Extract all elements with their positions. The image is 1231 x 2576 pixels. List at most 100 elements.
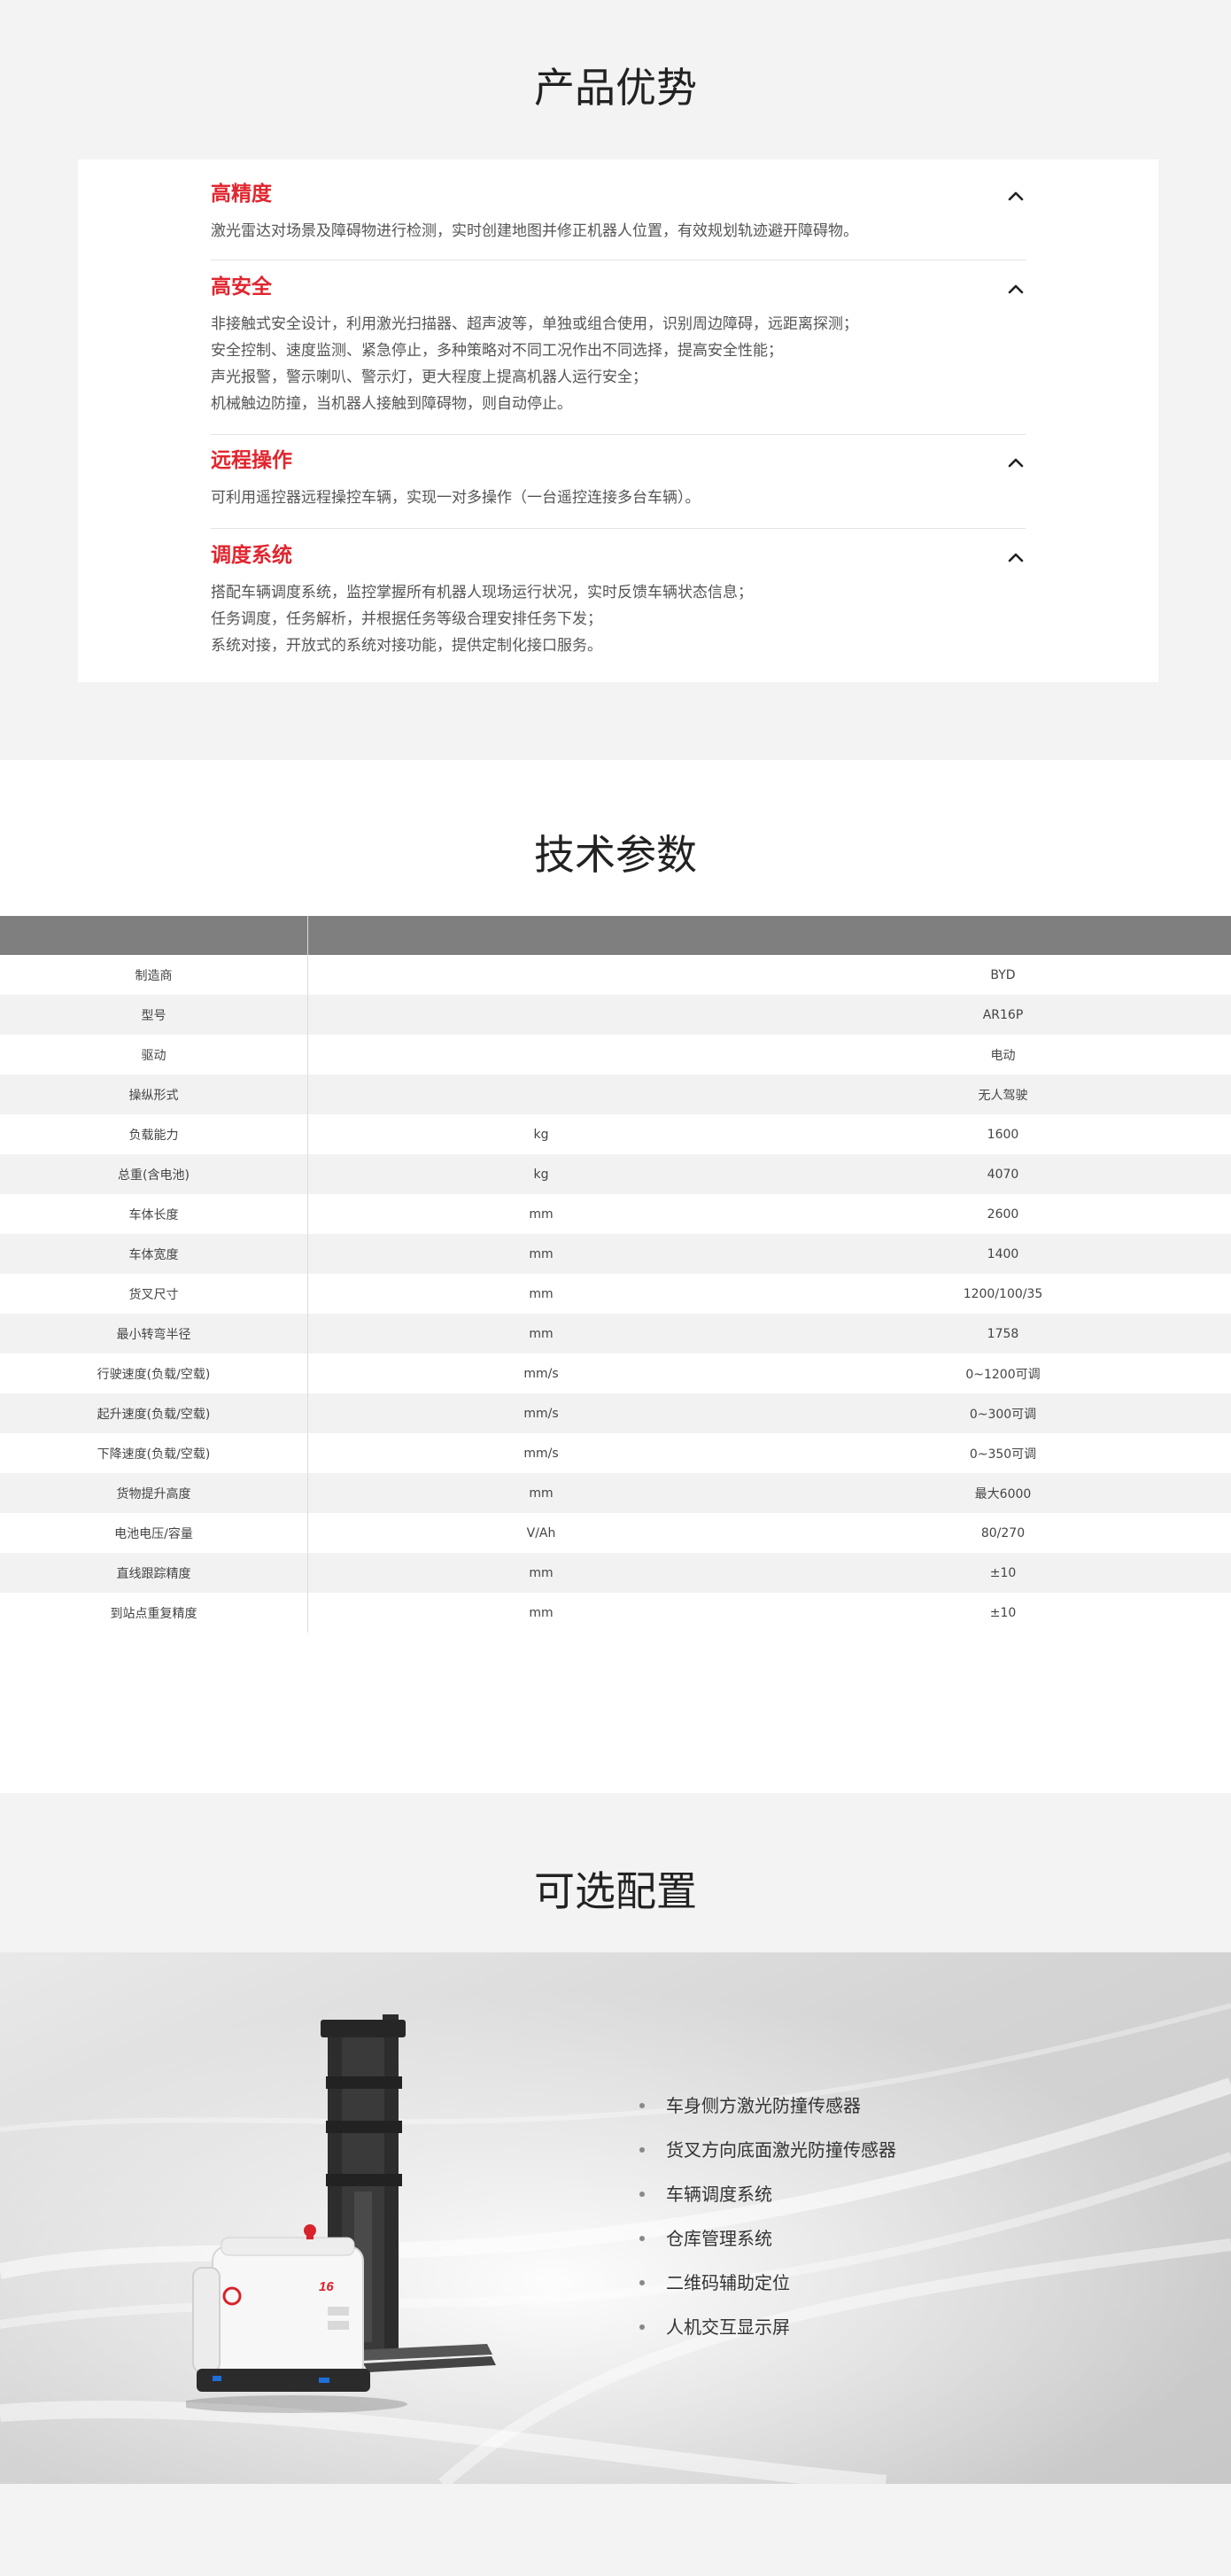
advantages-title: 产品优势 [534,64,697,112]
divider [211,434,1026,435]
option-label: 二维码辅助定位 [666,2272,790,2293]
spec-name-cell: 总重(含电池) [0,1154,308,1194]
spec-row: 到站点重复精度 mm ±10 [0,1593,1231,1633]
spec-name-cell: 负载能力 [0,1114,308,1154]
advantage-line: 非接触式安全设计，利用激光扫描器、超声波等，单独或组合使用，识别周边障碍，远距离… [211,315,858,333]
advantage-line: 激光雷达对场景及障碍物进行检测，实时创建地图并修正机器人位置，有效规划轨迹避开障… [211,222,858,240]
vehicle-model-badge: 16 [319,2279,334,2294]
spec-name-cell: 电池电压/容量 [0,1513,308,1553]
advantage-body: 激光雷达对场景及障碍物进行检测，实时创建地图并修正机器人位置，有效规划轨迹避开障… [211,218,1026,244]
spec-value-cell: 0~1200可调 [774,1354,1231,1393]
options-title: 可选配置 [534,1867,697,1915]
chevron-up-icon[interactable] [1006,547,1026,567]
spec-row: 总重(含电池) kg 4070 [0,1154,1231,1194]
spec-value-cell: 0~350可调 [774,1433,1231,1473]
bullet-icon [639,2236,645,2241]
advantage-item-remote[interactable]: 远程操作 可利用遥控器远程操控车辆，实现一对多操作（一台遥控连接多台车辆）。 [211,449,1026,507]
spec-unit-cell: kg [307,1154,774,1194]
spec-unit-cell: mm/s [307,1354,774,1393]
spec-row: 车体长度 mm 2600 [0,1194,1231,1234]
spec-value-cell: BYD [774,955,1231,995]
advantage-item-dispatch[interactable]: 调度系统 搭配车辆调度系统，监控掌握所有机器人现场运行状况，实时反馈车辆状态信息… [211,546,1026,655]
spec-name-cell: 车体长度 [0,1194,308,1234]
advantage-item-safety[interactable]: 高安全 非接触式安全设计，利用激光扫描器、超声波等，单独或组合使用，识别周边障碍… [211,275,1026,413]
advantages-card: 高精度 激光雷达对场景及障碍物进行检测，实时创建地图并修正机器人位置，有效规划轨… [78,159,1158,682]
spec-row: 最小转弯半径 mm 1758 [0,1314,1231,1354]
bullet-icon [639,2103,645,2108]
spec-name-cell: 下降速度(负载/空载) [0,1433,308,1473]
spec-name-cell: 驱动 [0,1035,308,1075]
spec-value-cell: 80/270 [774,1513,1231,1553]
spec-unit-cell: mm/s [307,1393,774,1433]
advantage-heading: 远程操作 [211,449,292,472]
spec-unit-cell: mm [307,1553,774,1593]
bullet-icon [639,2147,645,2153]
spec-row: 制造商 BYD [0,955,1231,995]
specs-table: 制造商 BYD 型号 AR16P 驱动 电动 操纵形式 无人驾驶 负载能力 kg 1600 总重(含电… [0,916,1231,1633]
bullet-icon [639,2324,645,2330]
spec-value-cell: ±10 [774,1593,1231,1633]
spec-value-cell: 1200/100/35 [774,1274,1231,1314]
spec-name-cell: 到站点重复精度 [0,1593,308,1633]
spec-unit-cell: V/Ah [307,1513,774,1553]
advantage-body: 搭配车辆调度系统，监控掌握所有机器人现场运行状况，实时反馈车辆状态信息； 任务调… [211,579,1026,659]
option-item: 车辆调度系统 [638,2172,896,2216]
spec-row: 直线跟踪精度 mm ±10 [0,1553,1231,1593]
specs-title: 技术参数 [534,831,697,879]
options-banner: 16 车身侧方激光防撞传感器 货叉方向底面激光防撞传感器 车辆调度系统 仓库管理… [0,1952,1231,2484]
advantage-heading: 高安全 [211,275,272,299]
specs-table-header [0,916,1231,955]
spec-value-cell: 1600 [774,1114,1231,1154]
spec-unit-cell: mm [307,1314,774,1354]
spec-value-cell: 电动 [774,1035,1231,1075]
advantage-line: 声光报警，警示喇叭、警示灯，更大程度上提高机器人运行安全； [211,369,647,386]
specs-table-body: 制造商 BYD 型号 AR16P 驱动 电动 操纵形式 无人驾驶 负载能力 kg 1600 总重(含电… [0,955,1231,1633]
chevron-up-icon[interactable] [1006,186,1026,206]
bullet-icon [639,2280,645,2285]
spec-row: 负载能力 kg 1600 [0,1114,1231,1154]
spec-value-cell: 1400 [774,1234,1231,1274]
advantage-line: 可利用遥控器远程操控车辆，实现一对多操作（一台遥控连接多台车辆）。 [211,489,701,507]
spec-unit-cell: mm [307,1593,774,1633]
option-item: 仓库管理系统 [638,2216,896,2261]
advantage-line: 任务调度，任务解析，并根据任务等级合理安排任务下发； [211,610,602,628]
option-item: 二维码辅助定位 [638,2261,896,2305]
spec-unit-cell: mm [307,1274,774,1314]
spec-unit-cell [307,955,774,995]
spec-name-cell: 起升速度(负载/空载) [0,1393,308,1433]
spec-name-cell: 操纵形式 [0,1075,308,1114]
spec-row: 货叉尺寸 mm 1200/100/35 [0,1274,1231,1314]
spec-name-cell: 最小转弯半径 [0,1314,308,1354]
advantage-line: 系统对接，开放式的系统对接功能，提供定制化接口服务。 [211,637,602,655]
advantage-item-precision[interactable]: 高精度 激光雷达对场景及障碍物进行检测，实时创建地图并修正机器人位置，有效规划轨… [211,184,1026,240]
advantage-line: 机械触边防撞，当机器人接触到障碍物，则自动停止。 [211,395,572,413]
option-item: 货叉方向底面激光防撞传感器 [638,2128,896,2172]
spec-value-cell: AR16P [774,995,1231,1035]
spec-row: 电池电压/容量 V/Ah 80/270 [0,1513,1231,1553]
spec-row: 型号 AR16P [0,995,1231,1035]
advantage-line: 安全控制、速度监测、紧急停止，多种策略对不同工况作出不同选择，提高安全性能； [211,342,783,360]
chevron-up-icon[interactable] [1006,279,1026,299]
spec-row: 驱动 电动 [0,1035,1231,1075]
spec-value-cell: 最大6000 [774,1473,1231,1513]
advantage-line: 搭配车辆调度系统，监控掌握所有机器人现场运行状况，实时反馈车辆状态信息； [211,584,753,601]
spec-value-cell: 1758 [774,1314,1231,1354]
spec-unit-cell: kg [307,1114,774,1154]
spec-value-cell: ±10 [774,1553,1231,1593]
spec-row: 下降速度(负载/空载) mm/s 0~350可调 [0,1433,1231,1473]
option-label: 车辆调度系统 [666,2184,772,2205]
spec-value-cell: 无人驾驶 [774,1075,1231,1114]
advantage-body: 可利用遥控器远程操控车辆，实现一对多操作（一台遥控连接多台车辆）。 [211,485,1026,511]
spec-row: 车体宽度 mm 1400 [0,1234,1231,1274]
spec-value-cell: 2600 [774,1194,1231,1234]
spec-unit-cell [307,995,774,1035]
spec-name-cell: 制造商 [0,955,308,995]
agv-forklift-illustration: 16 [186,2014,496,2413]
spec-row: 起升速度(负载/空载) mm/s 0~300可调 [0,1393,1231,1433]
option-item: 人机交互显示屏 [638,2305,896,2349]
options-section: 可选配置 16 车身侧方激光防撞传感器 货叉方向底面激光防撞传感器 车辆调度系统… [0,1793,1231,2576]
chevron-up-icon[interactable] [1006,453,1026,472]
bullet-icon [639,2192,645,2197]
specs-section: 技术参数 制造商 BYD 型号 AR16P 驱动 电动 操纵形式 无人驾驶 负载能力 kg 1600… [0,760,1231,1793]
divider [211,528,1026,529]
